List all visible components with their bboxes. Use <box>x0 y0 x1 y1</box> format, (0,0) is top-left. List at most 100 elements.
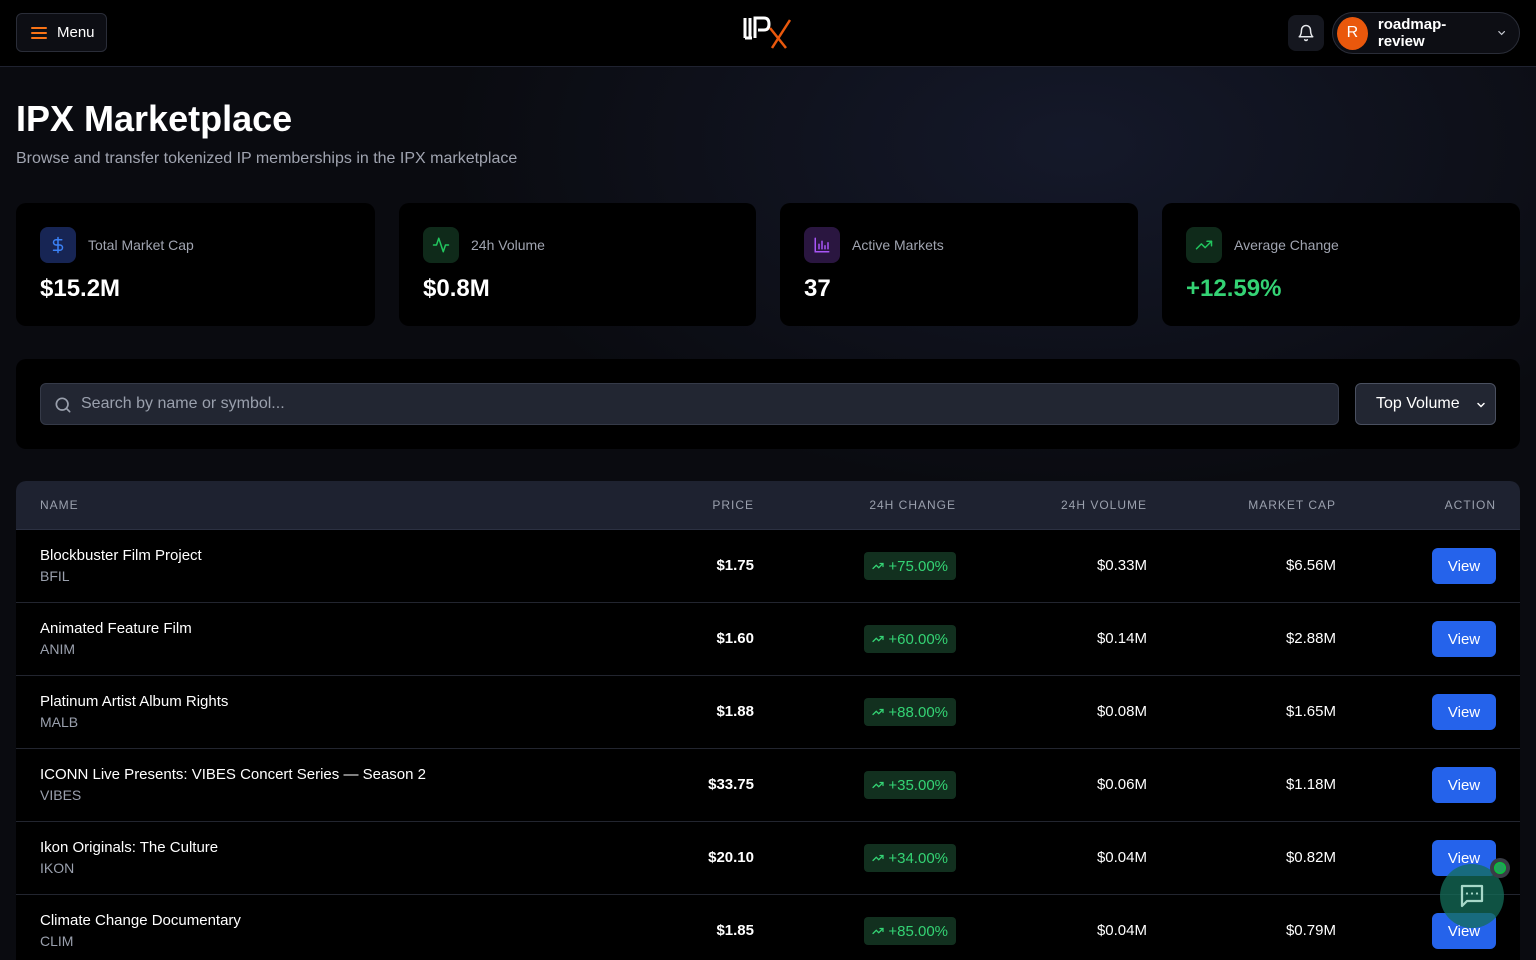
market-price: $20.10 <box>708 849 754 866</box>
market-name: Blockbuster Film Project <box>40 547 202 564</box>
change-value: +34.00% <box>888 849 948 867</box>
market-cap: $1.18M <box>1285 776 1336 793</box>
market-symbol: CLIM <box>40 933 74 949</box>
market-symbol: VIBES <box>40 787 82 803</box>
market-volume: $0.04M <box>1096 922 1147 939</box>
search-icon <box>55 397 71 413</box>
market-volume: $0.06M <box>1096 776 1147 793</box>
sort-selected-value: Top Volume <box>1376 395 1460 412</box>
view-button[interactable]: View <box>1432 767 1496 803</box>
dollar-icon <box>40 227 76 263</box>
stat-label: Total Market Cap <box>88 237 194 253</box>
market-cap: $6.56M <box>1285 557 1336 574</box>
chat-status-indicator <box>1490 858 1510 878</box>
change-badge: +85.00% <box>864 917 956 945</box>
trending-up-icon <box>872 781 884 789</box>
market-name: Ikon Originals: The Culture <box>40 839 219 856</box>
stat-card-total-market-cap: Total Market Cap $15.2M <box>16 203 375 326</box>
market-volume: $0.08M <box>1096 703 1147 720</box>
market-symbol: ANIM <box>40 641 75 657</box>
change-value: +75.00% <box>888 557 948 575</box>
market-name: Platinum Artist Album Rights <box>40 693 229 710</box>
stat-label: 24h Volume <box>471 237 545 253</box>
view-button[interactable]: View <box>1432 621 1496 657</box>
chevron-down-icon <box>1497 31 1505 36</box>
column-header-market-cap[interactable]: MARKET CAP <box>1248 498 1336 512</box>
ipx-logo[interactable] <box>742 14 794 50</box>
market-volume: $0.04M <box>1096 849 1147 866</box>
change-value: +88.00% <box>888 703 948 721</box>
bar-chart-icon <box>804 227 840 263</box>
view-button[interactable]: View <box>1432 694 1496 730</box>
market-price: $1.60 <box>716 630 754 647</box>
market-name: ICONN Live Presents: VIBES Concert Serie… <box>40 766 426 783</box>
market-cap: $2.88M <box>1285 630 1336 647</box>
username: roadmap-review <box>1377 16 1447 50</box>
stat-value: $15.2M <box>40 275 121 302</box>
column-header-action: ACTION <box>1444 498 1496 512</box>
market-symbol: MALB <box>40 714 79 730</box>
stat-value: +12.59% <box>1186 275 1282 302</box>
market-symbol: BFIL <box>40 568 70 584</box>
trending-up-icon <box>872 708 884 716</box>
table-row[interactable]: Ikon Originals: The Culture IKON $20.10 … <box>16 822 1520 895</box>
column-header-24h-change[interactable]: 24H CHANGE <box>869 498 956 512</box>
stat-card-24h-volume: 24h Volume $0.8M <box>399 203 756 326</box>
stat-label: Average Change <box>1234 237 1339 253</box>
menu-button-label: Menu <box>57 24 95 41</box>
chat-icon <box>1460 884 1484 908</box>
change-badge: +75.00% <box>864 552 956 580</box>
market-price: $1.88 <box>716 703 754 720</box>
trending-up-icon <box>872 635 884 643</box>
stat-value: 37 <box>804 275 831 302</box>
table-row[interactable]: ICONN Live Presents: VIBES Concert Serie… <box>16 749 1520 822</box>
search-filter-panel: Top Volume <box>16 359 1520 449</box>
user-menu-button[interactable]: R roadmap-review <box>1332 12 1520 54</box>
stat-card-active-markets: Active Markets 37 <box>780 203 1138 326</box>
market-symbol: IKON <box>40 860 75 876</box>
change-badge: +35.00% <box>864 771 956 799</box>
table-row[interactable]: Platinum Artist Album Rights MALB $1.88 … <box>16 676 1520 749</box>
sort-select[interactable]: Top Volume <box>1355 383 1496 425</box>
top-navbar: Menu R roadmap-review <box>0 0 1536 67</box>
table-row[interactable]: Blockbuster Film Project BFIL $1.75 +75.… <box>16 530 1520 603</box>
change-value: +60.00% <box>888 630 948 648</box>
column-header-24h-volume[interactable]: 24H VOLUME <box>1061 498 1147 512</box>
stat-value: $0.8M <box>423 275 490 302</box>
trending-up-icon <box>872 562 884 570</box>
market-cap: $1.65M <box>1285 703 1336 720</box>
column-header-name[interactable]: NAME <box>40 498 79 512</box>
change-value: +35.00% <box>888 776 948 794</box>
search-field[interactable] <box>40 383 1339 425</box>
page-subtitle: Browse and transfer tokenized IP members… <box>16 150 518 167</box>
hamburger-icon <box>31 26 47 39</box>
activity-icon <box>423 227 459 263</box>
search-input[interactable] <box>81 384 1331 424</box>
menu-button[interactable]: Menu <box>16 13 107 52</box>
stat-label: Active Markets <box>852 237 944 253</box>
view-button[interactable]: View <box>1432 548 1496 584</box>
stat-card-average-change: Average Change +12.59% <box>1162 203 1520 326</box>
market-price: $1.75 <box>716 557 754 574</box>
market-cap: $0.82M <box>1285 849 1336 866</box>
table-header: NAME PRICE 24H CHANGE 24H VOLUME MARKET … <box>16 481 1520 530</box>
market-name: Animated Feature Film <box>40 620 192 637</box>
change-badge: +88.00% <box>864 698 956 726</box>
page-title: IPX Marketplace <box>16 98 293 139</box>
market-price: $33.75 <box>708 776 754 793</box>
trending-up-icon <box>1186 227 1222 263</box>
market-volume: $0.14M <box>1096 630 1147 647</box>
trending-up-icon <box>872 854 884 862</box>
market-cap: $0.79M <box>1285 922 1336 939</box>
table-row[interactable]: Animated Feature Film ANIM $1.60 +60.00%… <box>16 603 1520 676</box>
bell-icon <box>1298 24 1314 42</box>
markets-table: NAME PRICE 24H CHANGE 24H VOLUME MARKET … <box>16 481 1520 960</box>
change-value: +85.00% <box>888 922 948 940</box>
market-volume: $0.33M <box>1096 557 1147 574</box>
column-header-price[interactable]: PRICE <box>712 498 754 512</box>
notifications-button[interactable] <box>1288 15 1324 51</box>
trending-up-icon <box>872 927 884 935</box>
change-badge: +34.00% <box>864 844 956 872</box>
market-name: Climate Change Documentary <box>40 912 241 929</box>
table-row[interactable]: Climate Change Documentary CLIM $1.85 +8… <box>16 895 1520 960</box>
